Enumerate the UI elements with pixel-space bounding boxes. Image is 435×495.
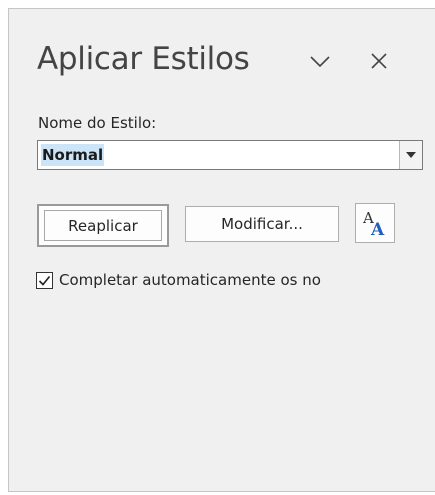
reapply-button-face: Reaplicar — [44, 210, 162, 241]
pane-options-button[interactable] — [309, 53, 331, 69]
style-name-combobox[interactable]: Normal — [37, 140, 423, 170]
checkmark-icon — [38, 275, 51, 286]
reapply-button-label: Reaplicar — [68, 216, 138, 235]
style-name-label: Nome do Estilo: — [38, 114, 157, 132]
autocomplete-label[interactable]: Completar automaticamente os no — [59, 271, 321, 289]
close-pane-button[interactable] — [369, 51, 389, 71]
styles-button[interactable]: A A — [355, 203, 395, 243]
style-name-dropdown-button[interactable] — [399, 141, 422, 169]
autocomplete-option: Completar automaticamente os no — [36, 269, 321, 291]
style-name-input[interactable]: Normal — [41, 144, 105, 166]
dropdown-arrow-icon — [406, 152, 416, 158]
styles-icon: A A — [362, 209, 385, 238]
modify-button-label: Modificar... — [221, 215, 303, 233]
modify-button[interactable]: Modificar... — [185, 206, 339, 242]
apply-styles-pane: Aplicar Estilos Nome do Estilo: Normal R… — [8, 8, 435, 492]
svg-text:A: A — [370, 220, 385, 238]
pane-title: Aplicar Estilos — [37, 41, 250, 77]
chevron-down-icon — [310, 56, 330, 68]
autocomplete-checkbox[interactable] — [36, 271, 53, 289]
reapply-button[interactable]: Reaplicar — [37, 204, 169, 247]
close-icon — [371, 53, 387, 69]
